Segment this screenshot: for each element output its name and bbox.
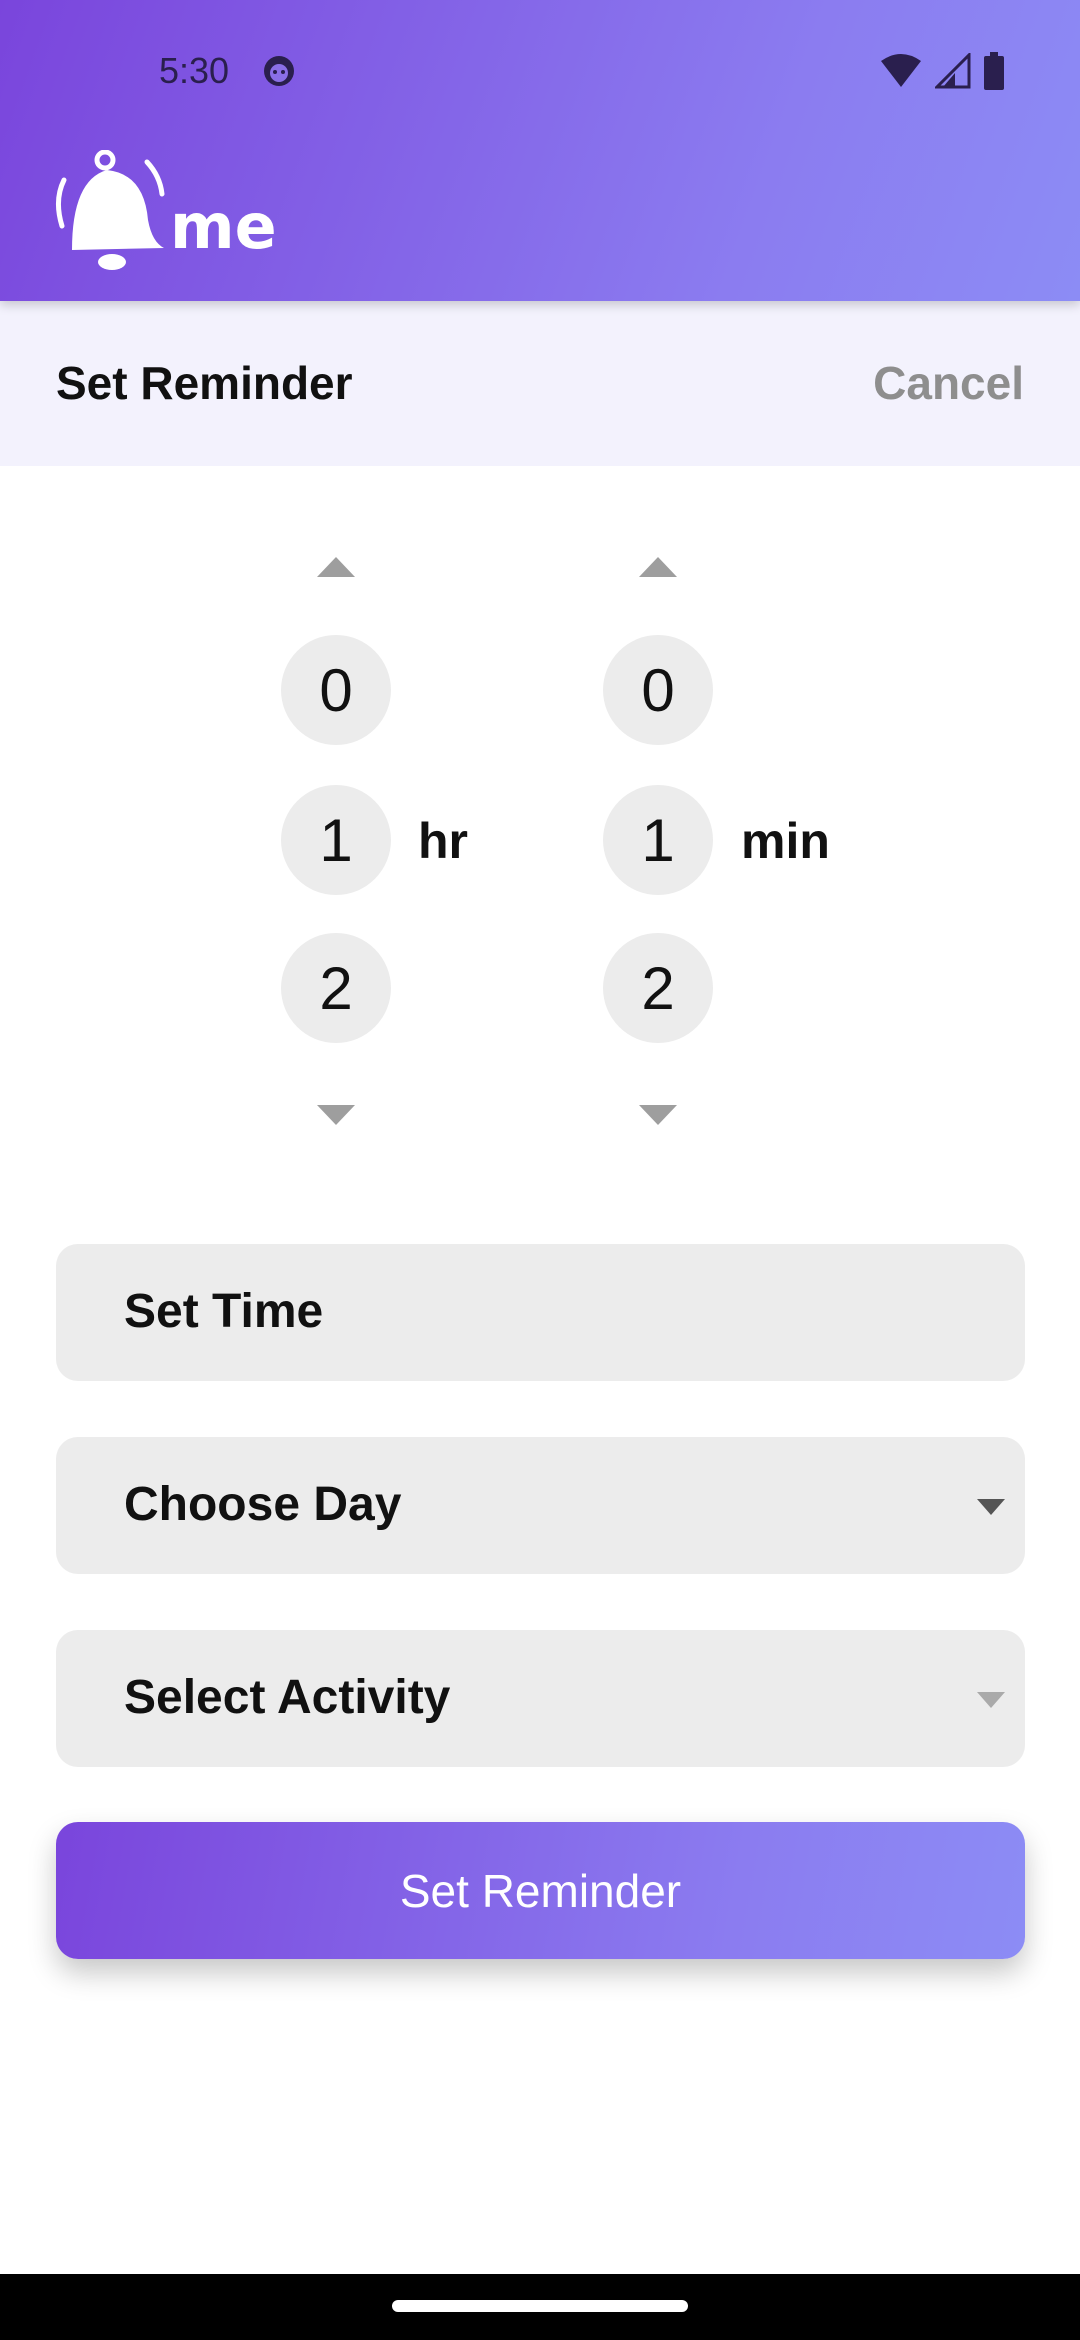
set-time-label: Set Time bbox=[124, 1285, 324, 1338]
select-activity-label: Select Activity bbox=[124, 1671, 451, 1724]
hour-up-arrow-icon[interactable] bbox=[317, 555, 355, 577]
hour-picker[interactable]: 0 1 2 bbox=[281, 555, 391, 1125]
hour-down-arrow-icon[interactable] bbox=[317, 1105, 355, 1127]
minute-unit-label: min bbox=[741, 813, 830, 869]
app-header: 5:30 me bbox=[0, 0, 1080, 301]
bell-icon bbox=[56, 150, 165, 270]
hour-option[interactable]: 0 bbox=[281, 635, 391, 745]
status-icons bbox=[879, 52, 1005, 90]
set-time-field[interactable]: Set Time bbox=[56, 1244, 1025, 1381]
set-reminder-button[interactable]: Set Reminder bbox=[56, 1822, 1025, 1959]
minute-option-selected[interactable]: 1 bbox=[603, 785, 713, 895]
select-activity-dropdown[interactable]: Select Activity bbox=[56, 1630, 1025, 1767]
wifi-icon bbox=[881, 54, 921, 87]
navigation-bar bbox=[0, 2274, 1080, 2340]
signal-icon bbox=[935, 53, 971, 89]
page-title: Set Reminder bbox=[56, 357, 353, 409]
face-icon bbox=[264, 56, 294, 86]
chevron-down-icon bbox=[977, 1499, 1005, 1515]
chevron-down-icon bbox=[977, 1692, 1005, 1708]
hour-option-selected[interactable]: 1 bbox=[281, 785, 391, 895]
choose-day-label: Choose Day bbox=[124, 1478, 402, 1531]
minute-down-arrow-icon[interactable] bbox=[639, 1105, 677, 1127]
cancel-button[interactable]: Cancel bbox=[873, 356, 1024, 410]
minute-option[interactable]: 0 bbox=[603, 635, 713, 745]
home-handle[interactable] bbox=[392, 2300, 688, 2312]
hour-unit-label: hr bbox=[418, 813, 468, 869]
choose-day-dropdown[interactable]: Choose Day bbox=[56, 1437, 1025, 1574]
battery-icon bbox=[984, 52, 1004, 90]
minute-option[interactable]: 2 bbox=[603, 933, 713, 1043]
title-bar: Set Reminder Cancel bbox=[0, 301, 1080, 466]
hour-option[interactable]: 2 bbox=[281, 933, 391, 1043]
logo-text: me bbox=[170, 190, 277, 263]
status-time: 5:30 bbox=[159, 50, 230, 91]
minute-up-arrow-icon[interactable] bbox=[639, 555, 677, 577]
minute-picker[interactable]: 0 1 2 bbox=[603, 555, 713, 1125]
